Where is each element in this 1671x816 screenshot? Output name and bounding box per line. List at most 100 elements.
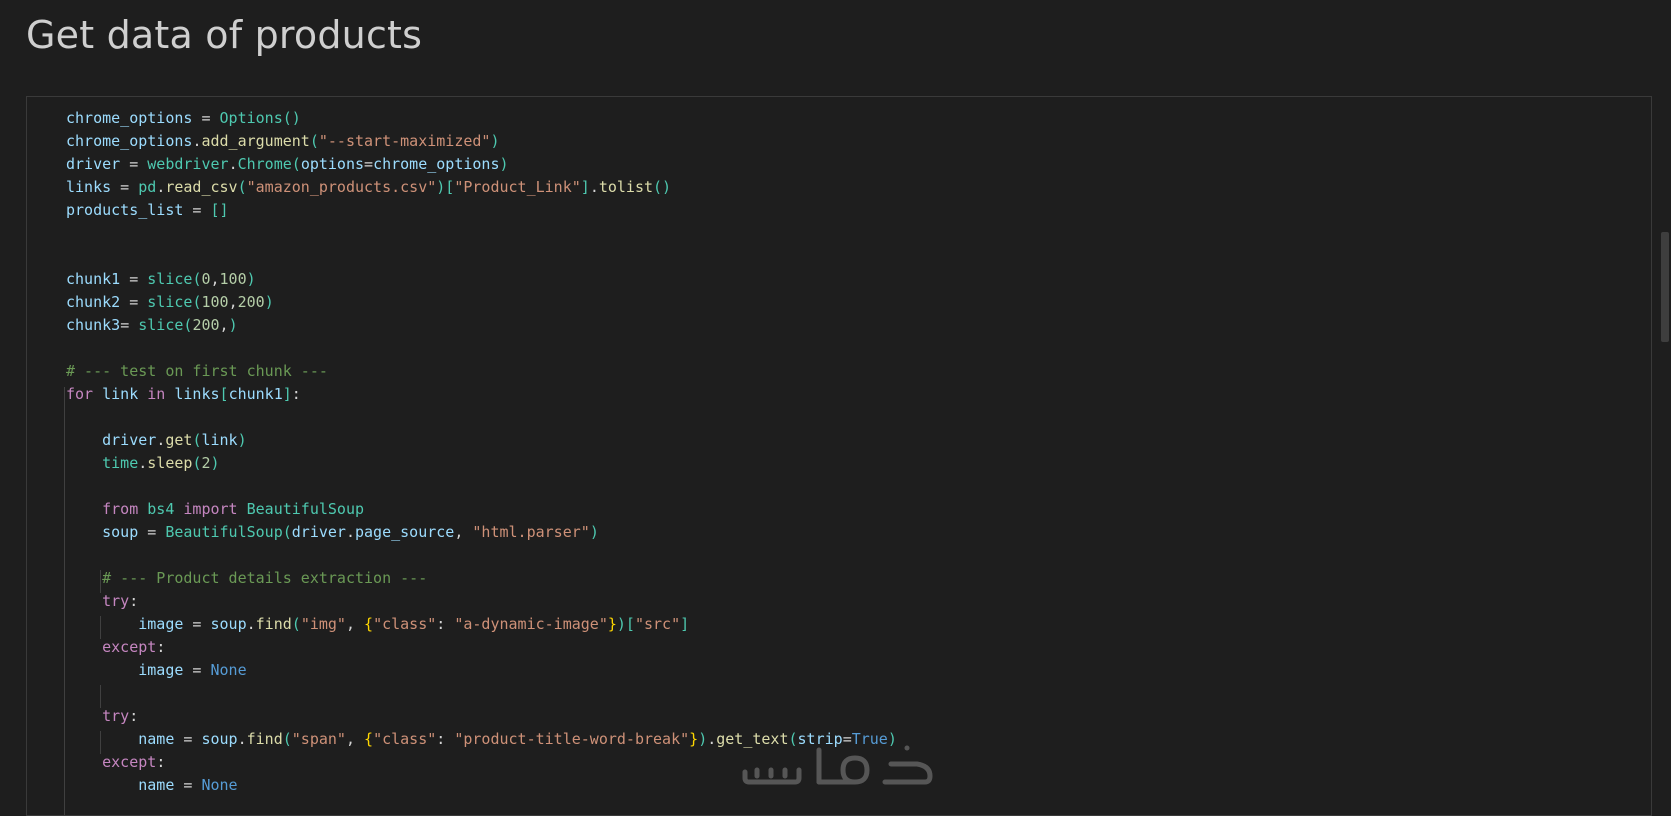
code-token: : <box>129 707 139 725</box>
code-token: Chrome <box>237 155 292 173</box>
code-token: chrome_options <box>66 109 193 127</box>
code-token: None <box>210 661 247 679</box>
code-line[interactable] <box>66 544 897 567</box>
code-token: ) <box>499 155 509 173</box>
code-line[interactable]: products_list = [] <box>66 199 897 222</box>
code-token: 100 <box>219 270 247 288</box>
code-token: try <box>102 707 130 725</box>
code-line[interactable] <box>66 222 897 245</box>
code-token: , <box>345 615 365 633</box>
code-token: from <box>102 500 139 518</box>
scrollbar-track[interactable] <box>1658 96 1671 801</box>
code-token: name <box>138 730 175 748</box>
code-line[interactable] <box>66 682 897 705</box>
code-token: find <box>255 615 292 633</box>
code-line[interactable]: try: <box>66 705 897 728</box>
code-line[interactable]: chunk2 = slice(100,200) <box>66 291 897 314</box>
code-token: )[ <box>436 178 455 196</box>
code-line[interactable]: chunk3= slice(200,) <box>66 314 897 337</box>
code-token: ) <box>264 293 274 311</box>
code-token: find <box>246 730 283 748</box>
code-token: = <box>120 155 148 173</box>
watermark-logo <box>735 730 935 790</box>
code-token: : <box>436 730 455 748</box>
code-token: "--start-maximized" <box>318 132 491 150</box>
code-cell[interactable]: chrome_options = Options() chrome_options… <box>26 96 1652 816</box>
code-line[interactable]: # --- Product details extraction --- <box>66 567 897 590</box>
code-token: slice <box>138 316 184 334</box>
code-token: chrome_options <box>66 132 193 150</box>
code-token: . <box>246 615 256 633</box>
code-token: . <box>138 454 148 472</box>
code-token: = <box>183 661 211 679</box>
code-token: chunk2 <box>66 293 121 311</box>
code-line[interactable]: chrome_options.add_argument("--start-max… <box>66 130 897 153</box>
code-token: "Product_Link" <box>454 178 581 196</box>
code-line[interactable] <box>66 797 897 815</box>
code-token: ) <box>228 316 238 334</box>
code-token: ( <box>291 155 301 173</box>
code-token: "amazon_products.csv" <box>246 178 437 196</box>
code-token: chrome_options <box>373 155 500 173</box>
code-token: "img" <box>300 615 346 633</box>
code-token: time <box>102 454 139 472</box>
code-token: )[ <box>616 615 635 633</box>
code-line[interactable]: time.sleep(2) <box>66 452 897 475</box>
code-line[interactable]: # --- test on first chunk --- <box>66 360 897 383</box>
code-line[interactable]: chunk1 = slice(0,100) <box>66 268 897 291</box>
code-line[interactable]: soup = BeautifulSoup(driver.page_source,… <box>66 521 897 544</box>
code-line[interactable] <box>66 245 897 268</box>
code-token: link <box>102 385 139 403</box>
code-token: tolist <box>598 178 654 196</box>
code-line[interactable]: driver = webdriver.Chrome(options=chrome… <box>66 153 897 176</box>
code-line[interactable]: driver.get(link) <box>66 429 897 452</box>
code-token: except <box>102 638 157 656</box>
code-token: options <box>300 155 365 173</box>
code-line[interactable] <box>66 406 897 429</box>
code-editor[interactable]: chrome_options = Options() chrome_options… <box>66 107 897 815</box>
code-token: link <box>201 431 238 449</box>
code-line[interactable]: from bs4 import BeautifulSoup <box>66 498 897 521</box>
code-line[interactable]: image = None <box>66 659 897 682</box>
code-token: : <box>436 615 455 633</box>
code-token: = <box>192 109 220 127</box>
code-token: 100 <box>201 293 229 311</box>
code-token: = <box>120 270 148 288</box>
code-token: "a-dynamic-image" <box>454 615 608 633</box>
code-token: webdriver <box>147 155 229 173</box>
code-line[interactable]: chrome_options = Options() <box>66 107 897 130</box>
code-token: bs4 <box>147 500 175 518</box>
code-token: ( <box>282 523 292 541</box>
code-line[interactable]: for link in links[chunk1]: <box>66 383 897 406</box>
code-line[interactable] <box>66 337 897 360</box>
code-token: } <box>689 730 699 748</box>
code-token: () <box>282 109 301 127</box>
code-token: ( <box>291 615 301 633</box>
code-token: BeautifulSoup <box>246 500 365 518</box>
code-line[interactable]: try: <box>66 590 897 613</box>
scrollbar-thumb[interactable] <box>1661 232 1669 342</box>
code-token: # --- test on first chunk --- <box>66 362 328 380</box>
code-token: slice <box>147 293 193 311</box>
code-line[interactable]: except: <box>66 636 897 659</box>
code-line[interactable]: image = soup.find("img", {"class": "a-dy… <box>66 613 897 636</box>
code-token: . <box>156 178 166 196</box>
code-token: : <box>156 753 166 771</box>
code-token: = <box>111 178 139 196</box>
code-token: # --- Product details extraction --- <box>102 569 428 587</box>
code-token: ] <box>680 615 690 633</box>
code-line[interactable] <box>66 475 897 498</box>
code-line[interactable]: links = pd.read_csv("amazon_products.csv… <box>66 176 897 199</box>
page-title: Get data of products <box>26 13 423 57</box>
code-token: links <box>174 385 220 403</box>
code-token: : <box>156 638 166 656</box>
